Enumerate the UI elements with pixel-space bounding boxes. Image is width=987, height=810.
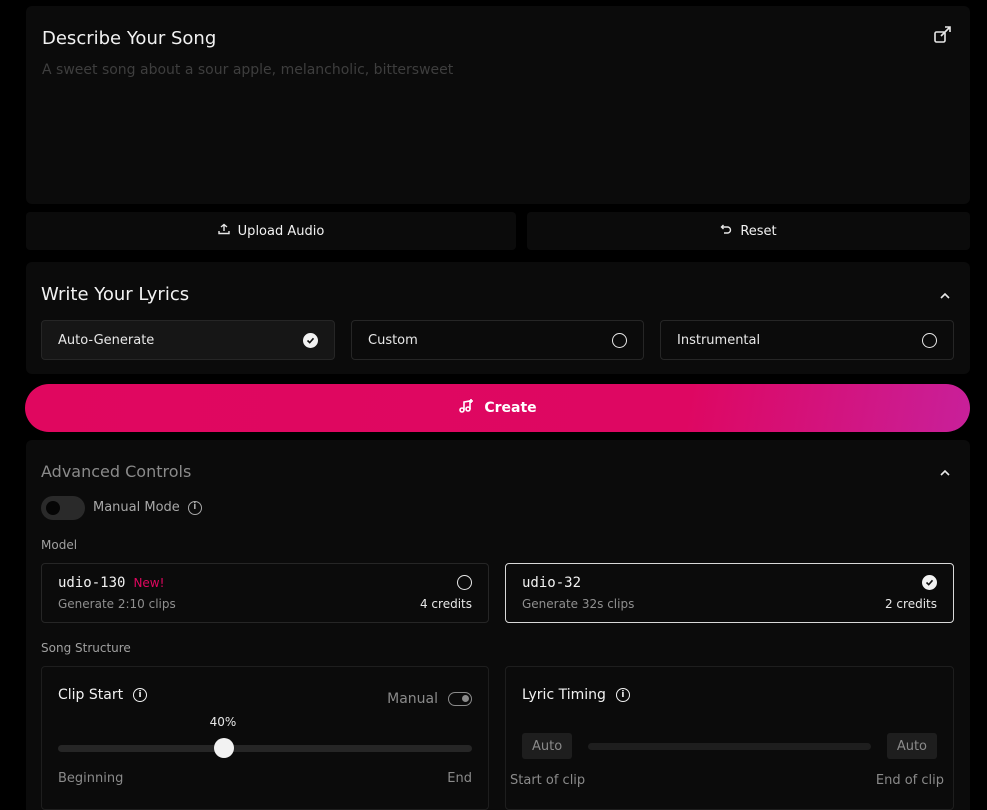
lyrics-option-instrumental[interactable]: Instrumental xyxy=(660,320,954,360)
model-credits: 4 credits xyxy=(419,597,472,611)
option-label: Custom xyxy=(368,332,418,348)
info-icon[interactable]: i xyxy=(187,500,202,515)
clip-start-slider-track[interactable] xyxy=(58,745,472,752)
lyric-timing-end-auto[interactable]: Auto xyxy=(886,733,937,759)
info-icon[interactable]: i xyxy=(615,688,630,702)
manual-label: Manual xyxy=(387,691,438,707)
clip-start-label: Clip Start xyxy=(58,687,124,703)
check-circle-icon xyxy=(303,332,318,348)
model-option-udio-32[interactable]: udio-32 Generate 32s clips 2 credits xyxy=(505,563,954,623)
create-label: Create xyxy=(484,400,537,416)
model-name: udio-130 xyxy=(58,575,126,591)
manual-mode: Manual Mode i xyxy=(93,500,202,515)
info-icon[interactable]: i xyxy=(133,688,148,702)
lyric-timing-start-auto[interactable]: Auto xyxy=(522,733,573,759)
option-label: Instrumental xyxy=(677,332,761,348)
clip-start-manual-toggle[interactable]: Manual xyxy=(387,691,472,707)
undo-icon xyxy=(720,223,732,239)
check-circle-icon xyxy=(922,575,937,590)
reset-button[interactable]: Reset xyxy=(527,212,970,250)
radio-circle-icon xyxy=(922,332,937,348)
describe-title: Describe Your Song xyxy=(42,28,217,49)
chevron-up-icon[interactable] xyxy=(938,465,952,479)
clip-start-max-label: End xyxy=(447,771,472,786)
new-badge: New! xyxy=(133,576,165,590)
lyric-timing-card: Lyric Timing i Auto Auto Start of clip E… xyxy=(505,666,954,810)
music-sparkle-icon xyxy=(458,398,474,418)
model-credits: 2 credits xyxy=(884,597,937,611)
model-description: Generate 2:10 clips xyxy=(58,597,176,611)
upload-audio-button[interactable]: Upload Audio xyxy=(26,212,516,250)
external-expand-icon[interactable] xyxy=(932,24,954,46)
chevron-up-icon[interactable] xyxy=(938,288,952,302)
advanced-controls-panel: Advanced Controls Manual Mode i Model ud… xyxy=(26,440,970,810)
model-option-udio-130[interactable]: udio-130 New! Generate 2:10 clips 4 credi… xyxy=(41,563,489,623)
upload-icon xyxy=(217,223,230,239)
radio-circle-icon xyxy=(457,575,472,590)
lyric-timing-max-label: End of clip xyxy=(875,773,944,788)
describe-song-panel[interactable]: Describe Your Song A sweet song about a … xyxy=(26,6,970,204)
option-label: Auto-Generate xyxy=(58,332,155,348)
model-description: Generate 32s clips xyxy=(522,597,635,611)
song-description-input[interactable]: A sweet song about a sour apple, melanch… xyxy=(42,62,453,78)
model-label: Model xyxy=(41,538,78,552)
lyrics-option-custom[interactable]: Custom xyxy=(351,320,644,360)
song-structure-label: Song Structure xyxy=(41,641,131,655)
lyric-timing-label: Lyric Timing xyxy=(522,687,606,703)
lyrics-title: Write Your Lyrics xyxy=(41,284,190,305)
lyrics-panel: Write Your Lyrics Auto-Generate Custom I… xyxy=(26,262,970,374)
upload-audio-label: Upload Audio xyxy=(237,223,325,239)
advanced-title: Advanced Controls xyxy=(41,462,192,481)
lyric-timing-slider-track[interactable] xyxy=(588,743,871,750)
manual-mode-label: Manual Mode xyxy=(93,500,180,515)
toggle-icon xyxy=(448,692,472,706)
clip-start-card: Clip Start i Manual 40% Beginning End xyxy=(41,666,489,810)
lyric-timing-min-label: Start of clip xyxy=(510,773,586,788)
manual-mode-toggle[interactable] xyxy=(41,496,85,520)
model-name: udio-32 xyxy=(522,575,582,591)
clip-start-slider-thumb[interactable] xyxy=(213,738,234,758)
create-button[interactable]: Create xyxy=(25,384,970,432)
clip-start-value: 40% xyxy=(209,715,237,729)
reset-label: Reset xyxy=(740,223,777,239)
radio-circle-icon xyxy=(612,332,627,348)
clip-start-min-label: Beginning xyxy=(58,771,124,786)
lyrics-option-auto-generate[interactable]: Auto-Generate xyxy=(41,320,335,360)
